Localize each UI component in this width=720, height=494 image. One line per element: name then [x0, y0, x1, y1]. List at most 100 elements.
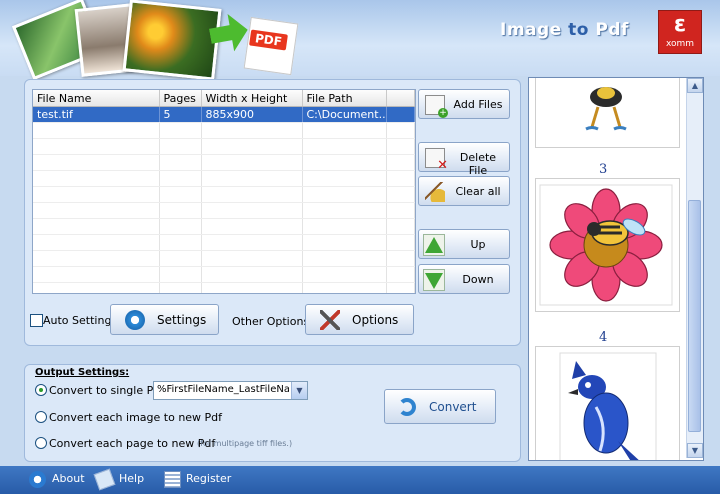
page-preview-pane[interactable]: 3 4	[528, 77, 704, 461]
register-keyboard-icon[interactable]	[164, 471, 181, 488]
grid-header-row: File Name Pages Width x Height File Path	[33, 90, 415, 107]
logo-text: xomm	[665, 39, 695, 49]
empty-cell	[386, 250, 415, 267]
header-banner: PDF Image to Pdf ε xomm	[0, 0, 720, 81]
single-pdf-radio[interactable]	[35, 384, 47, 396]
empty-cell	[201, 234, 303, 251]
register-link[interactable]: Register	[186, 472, 231, 485]
column-header-empty	[386, 90, 415, 107]
empty-cell	[302, 266, 387, 283]
broom-icon	[425, 182, 445, 202]
blue-jay-thumbnail-icon	[559, 352, 657, 460]
empty-table-row[interactable]	[33, 250, 415, 267]
table-row[interactable]: test.tif 5 885x900 C:\Document...	[33, 106, 415, 123]
empty-table-row[interactable]	[33, 282, 415, 293]
clear-all-button[interactable]: Clear all	[418, 176, 510, 206]
preview-page-number: 4	[599, 330, 608, 345]
each-page-note: (for multipage tiff files.)	[197, 439, 293, 448]
empty-cell	[33, 234, 160, 251]
output-settings-heading: Output Settings:	[35, 367, 130, 378]
empty-table-row[interactable]	[33, 138, 415, 155]
delete-file-button[interactable]: ✕ Delete File	[418, 142, 510, 177]
preview-page-2[interactable]	[535, 78, 680, 148]
column-header-file-path[interactable]: File Path	[302, 90, 387, 107]
preview-page-4[interactable]	[535, 346, 680, 460]
auto-settings-checkbox[interactable]	[30, 314, 43, 327]
each-page-radio[interactable]	[35, 437, 47, 449]
empty-table-row[interactable]	[33, 234, 415, 251]
each-image-label: Convert each image to new Pdf	[49, 411, 223, 424]
single-pdf-label: Convert to single Pdf:	[49, 384, 168, 397]
empty-cell	[33, 218, 160, 235]
add-files-button[interactable]: + Add Files	[418, 89, 510, 119]
options-button[interactable]: Options	[305, 304, 414, 335]
empty-cell	[302, 282, 387, 293]
empty-cell	[33, 202, 160, 219]
banner-photo-flowers	[122, 0, 222, 81]
preview-page-number: 3	[599, 162, 608, 177]
output-filename-combo[interactable]: %FirstFileName_LastFileName% ▼	[153, 381, 308, 400]
options-button-label: Options	[352, 313, 399, 327]
empty-cell	[302, 154, 387, 171]
empty-cell	[33, 122, 160, 139]
empty-cell	[386, 154, 415, 171]
each-image-radio[interactable]	[35, 411, 47, 423]
column-header-dimensions[interactable]: Width x Height	[201, 90, 303, 107]
scroll-down-arrow-icon[interactable]: ▼	[687, 443, 703, 458]
empty-table-row[interactable]	[33, 266, 415, 283]
empty-table-row[interactable]	[33, 186, 415, 203]
file-grid[interactable]: File Name Pages Width x Height File Path…	[32, 89, 416, 294]
status-bar: About Help Register	[0, 466, 720, 494]
info-icon[interactable]	[29, 471, 46, 488]
preview-scrollbar[interactable]: ▲ ▼	[686, 78, 703, 458]
scroll-up-arrow-icon[interactable]: ▲	[687, 78, 703, 93]
empty-cell	[302, 122, 387, 139]
empty-cell	[201, 218, 303, 235]
empty-table-row[interactable]	[33, 202, 415, 219]
empty-cell	[302, 202, 387, 219]
scrollbar-thumb[interactable]	[688, 200, 701, 432]
chevron-down-icon[interactable]: ▼	[291, 382, 307, 399]
arrow-up-icon	[423, 234, 445, 256]
convert-button-label: Convert	[429, 400, 477, 414]
about-link[interactable]: About	[52, 472, 85, 485]
empty-table-row[interactable]	[33, 170, 415, 187]
preview-page-3[interactable]	[535, 178, 680, 312]
empty-cell	[201, 250, 303, 267]
empty-cell	[201, 170, 303, 187]
gear-icon	[125, 310, 145, 330]
empty-cell	[386, 282, 415, 293]
move-up-button[interactable]: Up	[418, 229, 510, 259]
empty-cell	[201, 122, 303, 139]
column-header-file-name[interactable]: File Name	[33, 90, 160, 107]
empty-cell	[33, 186, 160, 203]
empty-cell	[386, 186, 415, 203]
app-title: Image to Pdf	[500, 20, 629, 40]
empty-cell	[201, 266, 303, 283]
empty-cell	[386, 202, 415, 219]
move-down-button[interactable]: Down	[418, 264, 510, 294]
bee-flower-thumbnail-icon	[539, 184, 673, 306]
empty-table-row[interactable]	[33, 218, 415, 235]
empty-cell	[201, 202, 303, 219]
empty-cell	[159, 282, 202, 293]
empty-table-row[interactable]	[33, 154, 415, 171]
empty-cell	[201, 138, 303, 155]
cell-file-path: C:\Document...	[302, 106, 387, 123]
empty-table-row[interactable]	[33, 122, 415, 139]
add-document-icon: +	[425, 95, 448, 118]
empty-cell	[201, 186, 303, 203]
column-header-pages[interactable]: Pages	[159, 90, 202, 107]
empty-cell	[302, 234, 387, 251]
empty-cell	[386, 234, 415, 251]
convert-refresh-icon	[398, 398, 416, 416]
help-link[interactable]: Help	[119, 472, 144, 485]
empty-cell	[386, 122, 415, 139]
cell-file-name: test.tif	[33, 106, 160, 123]
help-book-icon[interactable]	[93, 468, 116, 491]
empty-cell	[159, 202, 202, 219]
settings-button[interactable]: Settings	[110, 304, 219, 335]
convert-button[interactable]: Convert	[384, 389, 496, 424]
empty-cell	[159, 234, 202, 251]
empty-cell	[159, 218, 202, 235]
